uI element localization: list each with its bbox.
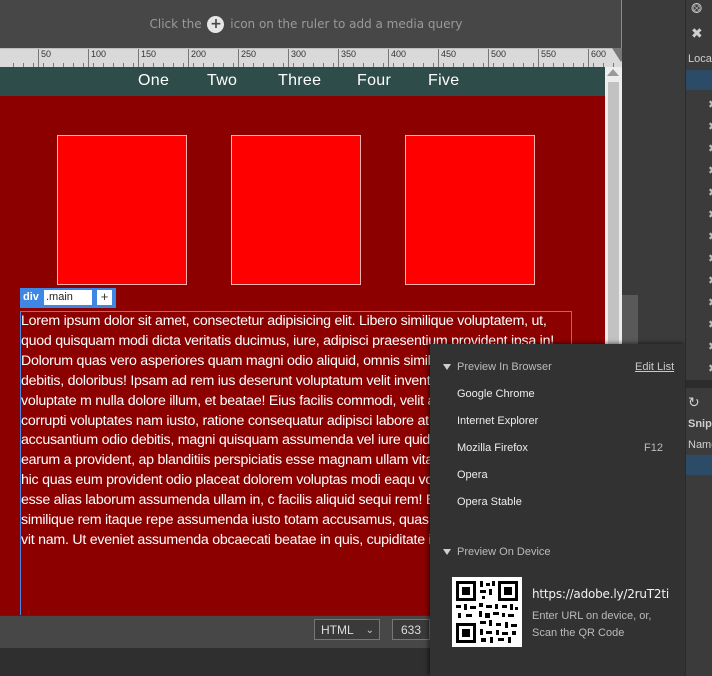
tree-toggle-icon[interactable]: ✖ [708, 252, 712, 265]
device-hint-line-2: Scan the QR Code [532, 627, 625, 639]
outer-scrollbar-thumb[interactable] [622, 295, 638, 345]
snippets-panel-title[interactable]: Snipp [688, 418, 712, 430]
tree-toggle-icon[interactable]: ✖ [708, 274, 712, 287]
media-query-hint: Click the + icon on the ruler to add a m… [0, 16, 612, 33]
refresh-icon[interactable]: ↻ [688, 394, 700, 411]
preview-in-browser-header[interactable]: Preview In Browser [443, 361, 552, 373]
tree-toggle-icon[interactable]: ✖ [708, 98, 712, 111]
tree-toggle-icon[interactable]: ✖ [708, 340, 712, 353]
hint-text-before: Click the [149, 17, 202, 31]
tree-toggle-icon[interactable]: ✖ [708, 208, 712, 221]
selected-site-row[interactable] [686, 70, 712, 90]
device-preview-url[interactable]: https://adobe.ly/2ruT2ti [532, 587, 669, 601]
content-box-3[interactable] [405, 135, 535, 285]
firefox-shortcut: F12 [644, 442, 663, 454]
tree-toggle-icon[interactable]: ✖ [708, 230, 712, 243]
document-type-select[interactable]: HTML ⌄ [314, 619, 380, 640]
tree-toggle-icon[interactable]: ✖ [708, 164, 712, 177]
tree-toggle-icon[interactable]: ✖ [708, 142, 712, 155]
tree-toggle-icon[interactable]: ✖ [708, 120, 712, 133]
chevron-down-icon: ⌄ [365, 625, 374, 636]
element-tag-label: div [23, 291, 39, 303]
nav-item-four[interactable]: Four [357, 72, 391, 90]
panel-divider [686, 380, 712, 388]
files-location-label: Loca [688, 53, 712, 65]
tools-icon[interactable]: ✖ [691, 25, 703, 42]
scrollbar-thumb[interactable] [608, 82, 619, 382]
browser-item-google-chrome[interactable]: Google Chrome [457, 388, 535, 400]
tree-toggle-icon[interactable]: ✖ [708, 362, 712, 375]
collapse-triangle-icon [443, 364, 451, 371]
filter-icon[interactable]: ⨷ [691, 0, 702, 17]
nav-item-two[interactable]: Two [207, 72, 237, 90]
preview-on-device-header[interactable]: Preview On Device [443, 546, 551, 558]
qr-code [452, 577, 522, 647]
preview-popup: Preview In Browser Edit List Google Chro… [430, 344, 686, 676]
tree-toggle-icon[interactable]: ✖ [708, 318, 712, 331]
document-type-value: HTML [321, 623, 354, 637]
browser-item-opera-stable[interactable]: Opera Stable [457, 496, 522, 508]
element-hud: div .main + [20, 288, 116, 308]
edit-list-link[interactable]: Edit List [635, 361, 674, 373]
content-box-1[interactable] [57, 135, 187, 285]
file-tree: ✖ ✖ ✖ ✖ ✖ ✖ ✖ ✖ ✖ ✖ ✖ ✖ ✖ [686, 90, 712, 380]
selected-snippet-row[interactable] [686, 455, 712, 475]
scroll-up-arrow-icon[interactable] [607, 69, 619, 76]
content-box-2[interactable] [231, 135, 361, 285]
browser-item-mozilla-firefox[interactable]: Mozilla Firefox [457, 442, 528, 454]
nav-item-one[interactable]: One [138, 72, 169, 90]
browser-item-opera[interactable]: Opera [457, 469, 488, 481]
hint-text-after: icon on the ruler to add a media query [230, 17, 463, 31]
nav-item-three[interactable]: Three [278, 72, 321, 90]
tree-toggle-icon[interactable]: ✖ [708, 296, 712, 309]
add-class-button[interactable]: + [97, 290, 112, 305]
page-nav: One Two Three Four Five [0, 67, 605, 96]
add-media-query-icon: + [207, 16, 225, 33]
window-size-field[interactable]: 633 x [392, 619, 430, 658]
ruler-tick-label: 50 [38, 49, 51, 68]
nav-item-five[interactable]: Five [428, 72, 459, 90]
tree-toggle-icon[interactable]: ✖ [708, 186, 712, 199]
collapse-triangle-icon [443, 549, 451, 556]
device-hint-line-1: Enter URL on device, or, [532, 610, 652, 622]
snippets-name-header: Name [688, 439, 712, 451]
browser-item-internet-explorer[interactable]: Internet Explorer [457, 415, 538, 427]
horizontal-ruler[interactable]: 50 100 150 200 250 300 350 400 450 500 550 600 [0, 48, 622, 69]
element-class-field[interactable]: .main [44, 290, 92, 305]
